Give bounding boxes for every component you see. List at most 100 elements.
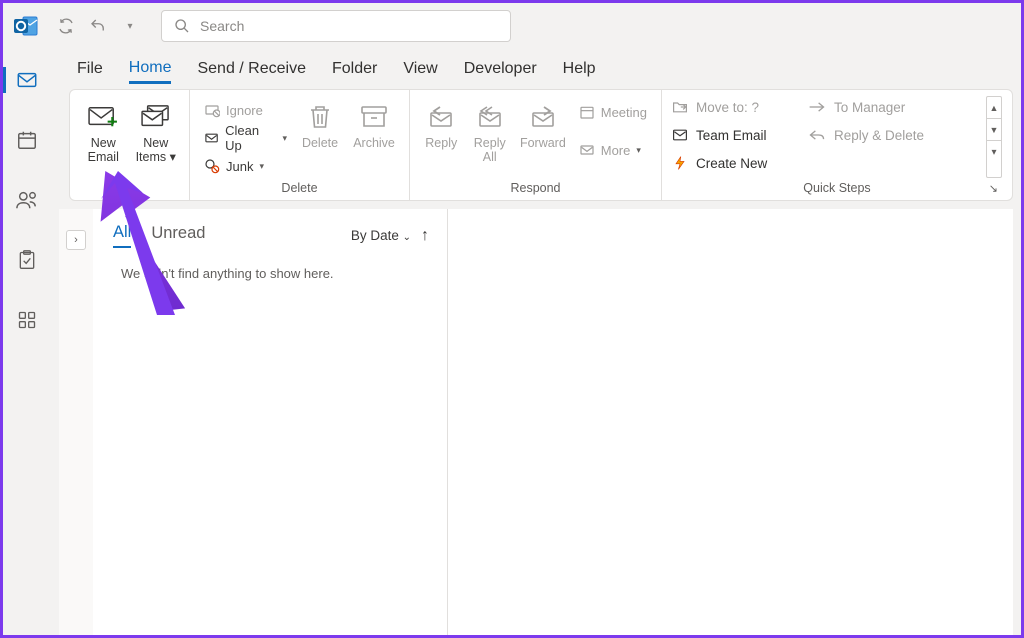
reply-button[interactable]: Reply <box>420 96 463 150</box>
quickstep-to-manager[interactable]: To Manager <box>808 96 944 118</box>
quickstep-gallery-spinner[interactable]: ▲ ▼ ▾ <box>986 96 1002 178</box>
move-folder-icon <box>672 100 688 114</box>
rail-mail-icon[interactable] <box>3 63 51 97</box>
archive-label: Archive <box>353 136 395 150</box>
content-area: › All Unread By Date ⌄ ↑ We didn't find … <box>59 209 1013 635</box>
menu-view[interactable]: View <box>403 56 437 82</box>
quickstep-team-label: Team Email <box>696 128 767 143</box>
chevron-down-icon: ▾ <box>636 145 641 156</box>
archive-button[interactable]: Archive <box>349 96 399 150</box>
quicksteps-launcher-icon[interactable]: ↘ <box>989 182 998 195</box>
broom-icon <box>204 130 219 146</box>
reply-arrow-icon <box>808 129 826 141</box>
new-email-label: NewEmail <box>88 136 119 165</box>
respond-group-label: Respond <box>410 178 661 200</box>
quickstep-replydel-label: Reply & Delete <box>834 128 924 143</box>
quickstep-move-label: Move to: ? <box>696 100 759 115</box>
filter-all-tab[interactable]: All <box>113 223 131 248</box>
forward-button[interactable]: Forward <box>517 96 569 150</box>
spinner-up-icon[interactable]: ▲ <box>987 97 1001 119</box>
search-placeholder: Search <box>200 18 244 34</box>
menu-home[interactable]: Home <box>129 55 172 84</box>
sort-direction-button[interactable]: ↑ <box>421 227 429 245</box>
archive-icon <box>360 104 388 130</box>
search-input[interactable]: Search <box>161 10 511 42</box>
envelope-icon <box>579 142 595 158</box>
rail-apps-icon[interactable] <box>3 303 51 337</box>
quickstep-create-new[interactable]: Create New <box>672 152 800 174</box>
folder-pane-collapsed: › <box>59 209 93 635</box>
menu-file[interactable]: File <box>77 56 103 82</box>
new-items-button[interactable]: NewItems ▾ <box>133 96 180 165</box>
ignore-button[interactable]: Ignore <box>200 98 291 122</box>
envelopes-stack-icon <box>140 104 172 130</box>
menu-send-receive[interactable]: Send / Receive <box>197 56 306 82</box>
new-email-button[interactable]: NewEmail <box>80 96 127 165</box>
outlook-logo <box>3 3 49 49</box>
quickstep-move-to[interactable]: Move to: ? <box>672 96 800 118</box>
ignore-icon <box>204 102 220 118</box>
chevron-down-icon: ⌄ <box>403 232 411 243</box>
quick-access-toolbar: ▾ <box>49 15 147 37</box>
chevron-down-icon: ▾ <box>259 161 264 172</box>
meeting-button[interactable]: Meeting <box>575 100 651 124</box>
reply-all-icon <box>475 105 505 129</box>
chevron-down-icon: ▾ <box>282 133 287 144</box>
chevron-down-icon: ▾ <box>170 150 176 164</box>
sort-by-button[interactable]: By Date ⌄ <box>351 228 411 243</box>
quickstep-reply-delete[interactable]: Reply & Delete <box>808 124 944 146</box>
empty-message-text: We didn't find anything to show here. <box>93 254 447 281</box>
envelope-plus-icon <box>87 104 119 130</box>
menu-help[interactable]: Help <box>563 56 596 82</box>
arrow-right-icon <box>808 101 826 113</box>
title-bar: ▾ Search <box>3 3 1021 49</box>
message-list-pane: All Unread By Date ⌄ ↑ We didn't find an… <box>93 209 448 635</box>
reading-pane <box>448 209 1013 635</box>
menu-folder[interactable]: Folder <box>332 56 377 82</box>
new-group-label: w <box>70 178 189 200</box>
delete-group-label: Delete <box>190 178 409 200</box>
reply-all-label: ReplyAll <box>474 136 506 165</box>
undo-icon[interactable] <box>87 15 109 37</box>
calendar-icon <box>579 104 595 120</box>
more-respond-button[interactable]: More ▾ <box>575 138 651 162</box>
quickstep-create-label: Create New <box>696 156 767 171</box>
quickstep-team-email[interactable]: Team Email <box>672 124 800 146</box>
reply-icon <box>427 105 455 129</box>
sync-icon[interactable] <box>55 15 77 37</box>
lightning-icon <box>672 155 688 171</box>
reply-label: Reply <box>425 136 457 150</box>
reply-all-button[interactable]: ReplyAll <box>469 96 512 165</box>
envelope-icon <box>672 128 688 142</box>
forward-icon <box>529 105 557 129</box>
qat-customize-icon[interactable]: ▾ <box>119 15 141 37</box>
ribbon: NewEmail NewItems ▾ w <box>69 89 1013 201</box>
expand-folder-pane-button[interactable]: › <box>66 230 86 250</box>
rail-calendar-icon[interactable] <box>3 123 51 157</box>
junk-label: Junk <box>226 159 253 174</box>
new-items-label: NewItems <box>136 136 169 164</box>
left-navigation-rail <box>3 49 51 635</box>
menu-tabs: File Home Send / Receive Folder View Dev… <box>51 49 1021 89</box>
delete-label: Delete <box>302 136 338 150</box>
quicksteps-group-label: Quick Steps <box>662 178 1012 200</box>
forward-label: Forward <box>520 136 566 150</box>
cleanup-button[interactable]: Clean Up ▾ <box>200 126 291 150</box>
junk-icon <box>204 158 220 174</box>
delete-button[interactable]: Delete <box>297 96 343 150</box>
meeting-label: Meeting <box>601 105 647 120</box>
menu-developer[interactable]: Developer <box>464 56 537 82</box>
more-label: More <box>601 143 631 158</box>
rail-tasks-icon[interactable] <box>3 243 51 277</box>
search-icon <box>174 18 190 34</box>
main-region: File Home Send / Receive Folder View Dev… <box>51 49 1021 635</box>
ignore-label: Ignore <box>226 103 263 118</box>
quickstep-manager-label: To Manager <box>834 100 905 115</box>
rail-people-icon[interactable] <box>3 183 51 217</box>
spinner-more-icon[interactable]: ▾ <box>987 141 1001 163</box>
cleanup-label: Clean Up <box>225 123 276 153</box>
spinner-down-icon[interactable]: ▼ <box>987 119 1001 141</box>
trash-icon <box>307 103 333 131</box>
filter-unread-tab[interactable]: Unread <box>151 224 205 247</box>
junk-button[interactable]: Junk ▾ <box>200 154 291 178</box>
